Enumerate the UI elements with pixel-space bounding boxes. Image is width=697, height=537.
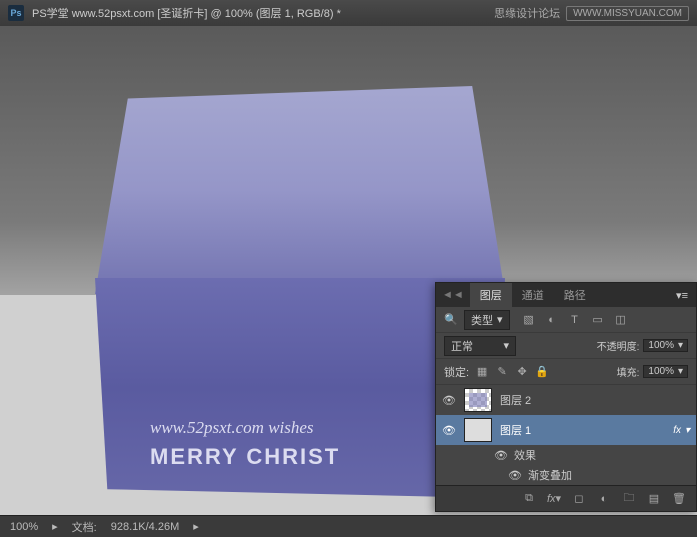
doc-size: 928.1K/4.26M	[111, 521, 180, 533]
blend-mode-select[interactable]: 正常 ▾	[444, 336, 516, 356]
layer-name[interactable]: 图层 2	[500, 392, 531, 408]
tab-channels[interactable]: 通道	[512, 283, 554, 307]
lock-transparent-icon[interactable]: ▦	[475, 365, 489, 379]
status-arrow-icon[interactable]: ▸	[52, 520, 58, 533]
opacity-value: 100%	[648, 340, 674, 351]
layer-row[interactable]: 👁 图层 2	[436, 385, 696, 415]
blend-row: 正常 ▾ 不透明度: 100% ▾	[436, 333, 696, 359]
chevron-down-icon: ▾	[503, 339, 509, 352]
adjustment-layer-icon[interactable]: ◐	[597, 492, 611, 506]
filter-pixel-icon[interactable]: ▧	[522, 313, 536, 327]
filter-row: 🔍 类型 ▾ ▧ ◐ T ▭ ◫	[436, 307, 696, 333]
filter-type-icon[interactable]: T	[568, 313, 582, 327]
visibility-icon[interactable]: 👁	[508, 469, 522, 482]
panel-tabs: ◄◄ 图层 通道 路径 ▾≡	[436, 283, 696, 307]
panel-menu-icon[interactable]: ▾≡	[668, 289, 696, 302]
zoom-level[interactable]: 100%	[10, 521, 38, 533]
group-icon[interactable]: 🗀	[622, 492, 636, 506]
fill-label: 填充:	[617, 364, 640, 379]
opacity-input[interactable]: 100% ▾	[643, 339, 688, 352]
watermark-text: 思缘设计论坛	[494, 5, 560, 21]
fill-input[interactable]: 100% ▾	[643, 365, 688, 378]
lock-row: 锁定: ▦ ✎ ✥ 🔒 填充: 100% ▾	[436, 359, 696, 385]
layer-fx-badge[interactable]: fx ▾	[673, 425, 690, 436]
visibility-icon[interactable]: 👁	[442, 394, 456, 407]
ps-logo-icon: Ps	[8, 5, 24, 21]
collapse-arrows-icon[interactable]: ◄◄	[436, 289, 470, 301]
lock-brush-icon[interactable]: ✎	[495, 365, 509, 379]
filter-smart-icon[interactable]: ◫	[614, 313, 628, 327]
chevron-down-icon: ▾	[685, 425, 690, 436]
chevron-down-icon: ▾	[678, 366, 683, 377]
link-layers-icon[interactable]: ⧉	[522, 492, 536, 506]
lock-label: 锁定:	[444, 364, 469, 380]
layer-style-icon[interactable]: fx▾	[547, 492, 561, 506]
chevron-down-icon: ▾	[497, 313, 503, 326]
layer-thumbnail[interactable]	[464, 388, 492, 412]
layer-thumbnail[interactable]	[464, 418, 492, 442]
effects-row[interactable]: 👁 效果	[436, 445, 696, 465]
opacity-label: 不透明度:	[597, 338, 640, 353]
visibility-icon[interactable]: 👁	[442, 424, 456, 437]
tab-paths[interactable]: 路径	[554, 283, 596, 307]
chevron-down-icon: ▾	[678, 340, 683, 351]
effect-item[interactable]: 👁 渐变叠加	[436, 465, 696, 485]
gradient-overlay-label: 渐变叠加	[528, 467, 572, 483]
layer-mask-icon[interactable]: ◻	[572, 492, 586, 506]
lock-position-icon[interactable]: ✥	[515, 365, 529, 379]
filter-type-label: 类型	[471, 312, 493, 328]
layer-name[interactable]: 图层 1	[500, 422, 531, 438]
visibility-icon[interactable]: 👁	[494, 449, 508, 462]
panel-bottom-toolbar: ⧉ fx▾ ◻ ◐ 🗀 ▤ 🗑	[436, 485, 696, 511]
search-icon[interactable]: 🔍	[444, 313, 458, 327]
layer-row[interactable]: 👁 图层 1 fx ▾	[436, 415, 696, 445]
fx-label: fx	[673, 425, 681, 436]
filter-adjust-icon[interactable]: ◐	[545, 313, 559, 327]
watermark-url: WWW.MISSYUAN.COM	[566, 6, 689, 21]
document-title: PS学堂 www.52psxt.com [圣诞折卡] @ 100% (图层 1,…	[32, 5, 341, 21]
watermark: 思缘设计论坛 WWW.MISSYUAN.COM	[494, 5, 689, 21]
card-text-wishes: www.52psxt.com wishes	[150, 418, 465, 438]
fill-value: 100%	[648, 366, 674, 377]
tab-layers[interactable]: 图层	[470, 283, 512, 307]
layer-list: 👁 图层 2 👁 图层 1 fx ▾ 👁 效果 👁 渐变叠加	[436, 385, 696, 485]
doc-label: 文档:	[72, 519, 97, 535]
effects-label: 效果	[514, 447, 536, 463]
card-back-panel	[95, 86, 505, 294]
status-bar: 100% ▸ 文档: 928.1K/4.26M ▸	[0, 515, 697, 537]
delete-layer-icon[interactable]: 🗑	[672, 492, 686, 506]
filter-shape-icon[interactable]: ▭	[591, 313, 605, 327]
filter-type-select[interactable]: 类型 ▾	[464, 310, 510, 330]
layers-panel: ◄◄ 图层 通道 路径 ▾≡ 🔍 类型 ▾ ▧ ◐ T ▭ ◫ 正常 ▾ 不透明…	[435, 282, 697, 512]
blend-mode-value: 正常	[451, 338, 473, 354]
lock-all-icon[interactable]: 🔒	[535, 365, 549, 379]
status-menu-icon[interactable]: ▸	[193, 520, 199, 533]
card-text-merry: MERRY CHRIST	[150, 444, 465, 470]
title-bar: Ps PS学堂 www.52psxt.com [圣诞折卡] @ 100% (图层…	[0, 0, 697, 26]
new-layer-icon[interactable]: ▤	[647, 492, 661, 506]
